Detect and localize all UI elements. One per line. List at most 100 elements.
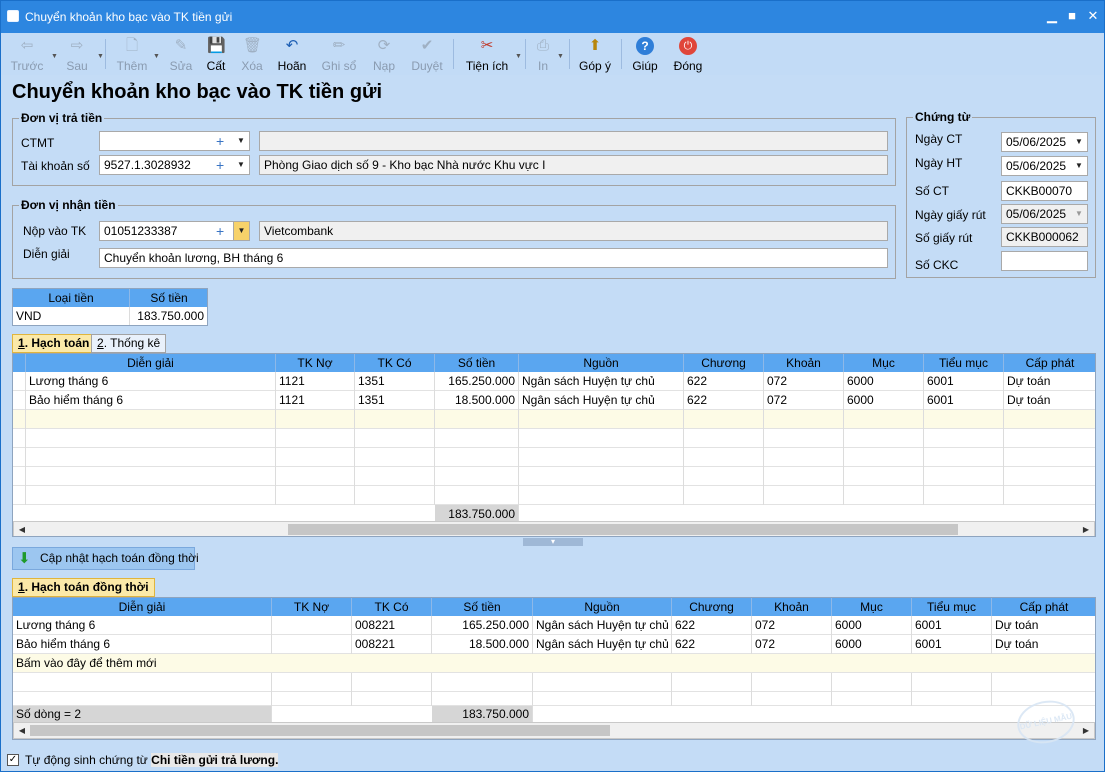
power-icon: ⏻ bbox=[679, 37, 697, 55]
auto-generate-checkbox[interactable]: ✓ bbox=[7, 754, 19, 766]
date-field[interactable]: 05/06/2025 ▼ bbox=[1001, 132, 1088, 152]
ctmt-field[interactable]: + ▼ bbox=[99, 131, 250, 151]
currency-code[interactable]: VND bbox=[13, 307, 130, 325]
table-row[interactable]: Lương tháng 6 1121 1351 165.250.000 Ngân… bbox=[13, 372, 1095, 391]
chevron-down-icon[interactable]: ▼ bbox=[1071, 133, 1087, 151]
utilities-button[interactable]: ✂ Tiện ích ▼ bbox=[461, 33, 522, 75]
chevron-down-icon[interactable]: ▼ bbox=[233, 132, 249, 150]
account-field[interactable]: 9527.1.3028932 + ▼ bbox=[99, 155, 250, 175]
plus-icon[interactable]: + bbox=[216, 132, 224, 150]
voucher-no-field[interactable]: CKKB00070 bbox=[1001, 181, 1088, 201]
table-row[interactable]: Lương tháng 6 008221 165.250.000 Ngân sá… bbox=[13, 616, 1095, 635]
reload-button[interactable]: ⟳ Nạp bbox=[367, 33, 401, 75]
help-button[interactable]: ? Giúp bbox=[629, 33, 661, 75]
feedback-button[interactable]: ⬆ Góp ý bbox=[575, 33, 615, 75]
toolbar: ⇦ Trước ▼ ⇨ Sau ▼ 🗋 Thêm ▼ ✎ Sửa 💾 Cất 🗑… bbox=[1, 33, 1104, 75]
col-source: Nguồn bbox=[533, 598, 672, 616]
toolbar-separator bbox=[621, 39, 622, 69]
scroll-left-icon[interactable]: ◀ bbox=[14, 522, 30, 536]
minimize-button[interactable]: ▁ bbox=[1045, 9, 1059, 23]
plus-icon[interactable]: + bbox=[216, 222, 224, 240]
scrollbar-thumb[interactable] bbox=[288, 524, 958, 535]
save-button[interactable]: 💾 Cất bbox=[201, 33, 231, 75]
edit-button[interactable]: ✎ Sửa bbox=[165, 33, 197, 75]
col-amount: Số tiền bbox=[432, 598, 533, 616]
scroll-right-icon[interactable]: ▶ bbox=[1078, 522, 1094, 536]
payee-account-field[interactable]: 01051233387 + ▼ bbox=[99, 221, 250, 241]
payer-group: Đơn vị trả tiền bbox=[12, 111, 896, 186]
update-accounting-button[interactable]: ⬇ Cập nhật hạch toán đồng thời bbox=[12, 547, 199, 570]
table-row[interactable]: Bảo hiểm tháng 6 1121 1351 18.500.000 Ng… bbox=[13, 391, 1095, 410]
prev-button[interactable]: ⇦ Trước ▼ bbox=[7, 33, 58, 75]
post-button[interactable]: ✏ Ghi sổ bbox=[317, 33, 361, 75]
col-credit: TK Có bbox=[355, 354, 435, 372]
next-button[interactable]: ⇨ Sau ▼ bbox=[59, 33, 104, 75]
window-title: Chuyển khoản kho bạc vào TK tiền gửi bbox=[25, 10, 233, 24]
scrollbar-thumb[interactable] bbox=[30, 725, 610, 736]
help-icon: ? bbox=[636, 37, 654, 55]
col-description: Diễn giải bbox=[26, 354, 276, 372]
withdrawal-date-label: Ngày giấy rút bbox=[915, 208, 986, 222]
chevron-down-icon[interactable]: ▼ bbox=[557, 50, 564, 64]
horizontal-scrollbar[interactable]: ◀ ▶ bbox=[13, 521, 1095, 536]
delete-button[interactable]: 🗑 Xóa bbox=[236, 33, 268, 75]
chevron-down-icon[interactable]: ▼ bbox=[515, 50, 522, 64]
scroll-right-icon[interactable]: ▶ bbox=[1078, 723, 1094, 738]
new-document-icon: 🗋 bbox=[125, 37, 139, 54]
ctmt-label: CTMT bbox=[21, 136, 55, 150]
col-chapter: Chương bbox=[672, 598, 752, 616]
undo-button[interactable]: ↶ Hoãn bbox=[273, 33, 311, 75]
splitter-handle[interactable]: ▾ bbox=[523, 538, 583, 546]
print-button[interactable]: ⎙ In ▼ bbox=[531, 33, 564, 75]
ckc-field[interactable] bbox=[1001, 251, 1088, 271]
posting-date-field[interactable]: 05/06/2025 ▼ bbox=[1001, 156, 1088, 176]
withdrawal-date-field: 05/06/2025 ▼ bbox=[1001, 204, 1088, 224]
voucher-no-label: Số CT bbox=[915, 184, 950, 198]
close-form-button[interactable]: ⏻ Đóng bbox=[671, 33, 705, 75]
arrow-down-icon: ⬇ bbox=[18, 550, 31, 567]
delete-icon: 🗑 bbox=[243, 37, 263, 54]
tab-statistics[interactable]: 2. Thống kê bbox=[91, 334, 167, 353]
row-count: Số dòng = 2 bbox=[13, 706, 272, 723]
scroll-left-icon[interactable]: ◀ bbox=[14, 723, 30, 738]
col-credit: TK Có bbox=[352, 598, 432, 616]
arrow-left-icon: ⇦ bbox=[20, 37, 34, 54]
withdrawal-no-field: CKKB000062 bbox=[1001, 227, 1088, 247]
chevron-down-icon[interactable]: ▼ bbox=[97, 50, 104, 64]
account-label: Tài khoản số bbox=[21, 159, 90, 173]
chevron-down-icon[interactable]: ▼ bbox=[153, 50, 160, 64]
chevron-down-icon[interactable]: ▼ bbox=[233, 156, 249, 174]
approve-button[interactable]: ✔ Duyệt bbox=[407, 33, 447, 75]
new-row[interactable] bbox=[13, 410, 1095, 429]
col-allocation: Cấp phát bbox=[992, 598, 1095, 616]
close-button[interactable]: ✕ bbox=[1086, 9, 1100, 23]
currency-amount: 183.750.000 bbox=[130, 307, 207, 325]
maximize-button[interactable]: ■ bbox=[1065, 9, 1079, 23]
tab-accounting[interactable]: 1. Hạch toán bbox=[12, 334, 96, 353]
memo-field[interactable]: Chuyển khoản lương, BH tháng 6 bbox=[99, 248, 888, 268]
add-new-hint[interactable]: Bấm vào đây để thêm mới bbox=[13, 654, 413, 673]
chevron-down-icon[interactable]: ▼ bbox=[233, 222, 249, 240]
horizontal-scrollbar[interactable]: ◀ ▶ bbox=[13, 722, 1095, 739]
add-button[interactable]: 🗋 Thêm ▼ bbox=[113, 33, 160, 75]
chevron-down-icon[interactable]: ▼ bbox=[51, 50, 58, 64]
ckc-label: Số CKC bbox=[915, 258, 959, 272]
edit-icon: ✎ bbox=[174, 37, 188, 54]
currency-table: Loại tiền Số tiền VND 183.750.000 bbox=[12, 288, 208, 326]
checkmark-icon: ✔ bbox=[420, 37, 434, 54]
table-row[interactable]: Bảo hiểm tháng 6 008221 18.500.000 Ngân … bbox=[13, 635, 1095, 654]
total-amount: 183.750.000 bbox=[432, 706, 533, 723]
posting-date-label: Ngày HT bbox=[915, 156, 963, 170]
plus-icon[interactable]: + bbox=[216, 156, 224, 174]
printer-icon: ⎙ bbox=[536, 37, 549, 54]
tab-concurrent-accounting[interactable]: 1. Hạch toán đồng thời bbox=[12, 578, 155, 597]
main-window: Chuyển khoản kho bạc vào TK tiền gửi ▁ ■… bbox=[0, 0, 1105, 772]
col-item: Khoản bbox=[752, 598, 832, 616]
title-bar: Chuyển khoản kho bạc vào TK tiền gửi ▁ ■… bbox=[1, 1, 1104, 33]
auto-generate-label: Tự động sinh chứng từ Chi tiền gửi trả l… bbox=[25, 753, 279, 767]
pencil-icon: ✏ bbox=[332, 37, 346, 54]
chevron-down-icon[interactable]: ▼ bbox=[1071, 157, 1087, 175]
toolbar-separator bbox=[525, 39, 526, 69]
col-chapter: Chương bbox=[684, 354, 764, 372]
add-new-row[interactable]: Bấm vào đây để thêm mới bbox=[13, 654, 1095, 673]
